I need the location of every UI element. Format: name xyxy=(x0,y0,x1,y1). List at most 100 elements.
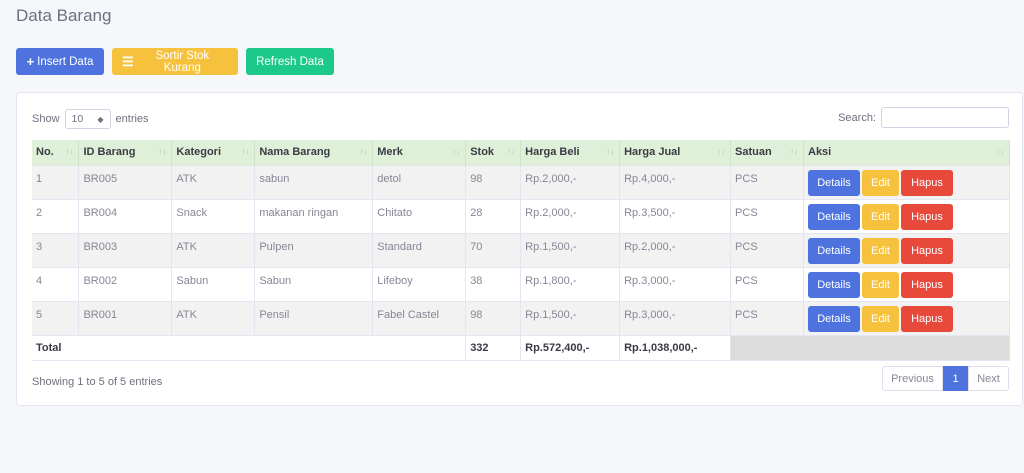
hapus-button[interactable]: Hapus xyxy=(901,271,953,298)
column-header[interactable]: Stok ↑↓ xyxy=(465,140,522,165)
previous-page-button[interactable]: Previous xyxy=(882,366,943,391)
page-1-button[interactable]: 1 xyxy=(943,366,968,391)
cell-merk: Lifeboy xyxy=(372,266,467,301)
cell-kategori: Sabun xyxy=(171,266,256,301)
cell-merk: Standard xyxy=(372,232,467,267)
cell-merk: detol xyxy=(372,164,467,199)
details-button[interactable]: Details xyxy=(808,237,860,264)
cell-id-barang: BR003 xyxy=(78,232,173,267)
sort-arrows-icon: ↑↓ xyxy=(507,147,516,156)
edit-button[interactable]: Edit xyxy=(862,237,899,264)
cell-harga-jual: Rp.3,500,- xyxy=(619,198,732,233)
cell-satuan: PCS xyxy=(730,198,804,233)
column-header[interactable]: Aksi ↑↓ xyxy=(803,140,1010,165)
cell-no: 3 xyxy=(32,232,80,267)
cell-stok: 98 xyxy=(465,300,522,335)
sort-arrows-icon: ↑↓ xyxy=(158,147,167,156)
totals-filler xyxy=(730,334,1010,361)
next-page-button[interactable]: Next xyxy=(968,366,1009,391)
hapus-button[interactable]: Hapus xyxy=(901,169,953,196)
cell-nama-barang: Pensil xyxy=(254,300,374,335)
edit-button[interactable]: Edit xyxy=(862,203,899,230)
cell-harga-jual: Rp.3,000,- xyxy=(619,300,732,335)
entries-length-control: Show 10 ◆ entries xyxy=(32,109,149,129)
cell-no: 5 xyxy=(32,300,80,335)
column-header[interactable]: Merk ↑↓ xyxy=(372,140,467,165)
cell-stok: 38 xyxy=(465,266,522,301)
details-button[interactable]: Details xyxy=(808,271,860,298)
edit-button[interactable]: Edit xyxy=(862,169,899,196)
cell-aksi: Details Edit Hapus xyxy=(803,266,1010,301)
cell-harga-beli: Rp.2,000,- xyxy=(520,164,621,199)
sort-low-stock-button[interactable]: ☰ Sortir Stok Kurang xyxy=(112,48,238,75)
barang-table: No. ↑↓ ID Barang ↑↓ Kategori ↑↓ Nama Barang… xyxy=(32,140,1010,361)
table-row: 1 BR005 ATK sabun detol 98 Rp.2,000,- Rp.4,000,… xyxy=(32,164,1010,199)
sort-low-stock-label: Sortir Stok Kurang xyxy=(155,49,210,74)
cell-satuan: PCS xyxy=(730,164,804,199)
edit-button[interactable]: Edit xyxy=(862,271,899,298)
cell-merk: Fabel Castel xyxy=(372,300,467,335)
sort-arrows-icon: ↑↓ xyxy=(606,147,615,156)
table-header-row: No. ↑↓ ID Barang ↑↓ Kategori ↑↓ Nama Barang… xyxy=(32,140,1010,165)
cell-aksi: Details Edit Hapus xyxy=(803,300,1010,335)
hapus-button[interactable]: Hapus xyxy=(901,237,953,264)
pagination: Previous 1 Next xyxy=(882,366,1009,391)
column-header[interactable]: Harga Beli ↑↓ xyxy=(520,140,621,165)
sort-arrows-icon: ↑↓ xyxy=(452,147,461,156)
refresh-data-button[interactable]: Refresh Data xyxy=(246,48,334,75)
cell-harga-beli: Rp.1,500,- xyxy=(520,300,621,335)
cell-id-barang: BR002 xyxy=(78,266,173,301)
cell-stok: 28 xyxy=(465,198,522,233)
edit-button[interactable]: Edit xyxy=(862,305,899,332)
insert-data-label: Insert Data xyxy=(37,55,94,68)
sort-arrows-icon: ↑↓ xyxy=(241,147,250,156)
cell-aksi: Details Edit Hapus xyxy=(803,198,1010,233)
hapus-button[interactable]: Hapus xyxy=(901,203,953,230)
column-header[interactable]: Kategori ↑↓ xyxy=(171,140,256,165)
toolbar: + Insert Data ☰ Sortir Stok Kurang Refre… xyxy=(16,48,334,75)
cell-stok: 70 xyxy=(465,232,522,267)
insert-data-button[interactable]: + Insert Data xyxy=(16,48,104,75)
column-header[interactable]: Harga Jual ↑↓ xyxy=(619,140,732,165)
column-header[interactable]: Satuan ↑↓ xyxy=(730,140,804,165)
cell-satuan: PCS xyxy=(730,266,804,301)
total-harga-jual: Rp.1,038,000,- xyxy=(619,334,732,361)
column-header[interactable]: ID Barang ↑↓ xyxy=(78,140,173,165)
cell-aksi: Details Edit Hapus xyxy=(803,164,1010,199)
cell-nama-barang: makanan ringan xyxy=(254,198,374,233)
cell-kategori: ATK xyxy=(171,232,256,267)
cell-merk: Chitato xyxy=(372,198,467,233)
cell-stok: 98 xyxy=(465,164,522,199)
cell-nama-barang: Pulpen xyxy=(254,232,374,267)
totals-row: Total 332 Rp.572,400,- Rp.1,038,000,- xyxy=(32,334,1010,361)
entries-select[interactable]: 10 ◆ xyxy=(64,109,111,129)
cell-harga-jual: Rp.3,000,- xyxy=(619,266,732,301)
totals-label: Total xyxy=(32,334,467,361)
cell-kategori: ATK xyxy=(171,300,256,335)
search-control: Search: xyxy=(838,107,1009,128)
list-icon: ☰ xyxy=(122,53,134,69)
column-header[interactable]: Nama Barang ↑↓ xyxy=(254,140,374,165)
table-row: 3 BR003 ATK Pulpen Standard 70 Rp.1,500,- Rp.2,… xyxy=(32,232,1010,267)
sort-arrows-icon: ↑↓ xyxy=(359,147,368,156)
column-header[interactable]: No. ↑↓ xyxy=(32,140,80,165)
cell-id-barang: BR004 xyxy=(78,198,173,233)
data-table-card: Show 10 ◆ entries Search: No. ↑↓ ID Baran… xyxy=(16,92,1023,406)
search-input[interactable] xyxy=(881,107,1009,128)
page-title: Data Barang xyxy=(16,6,112,25)
select-caret-icon: ◆ xyxy=(97,114,104,124)
details-button[interactable]: Details xyxy=(808,305,860,332)
cell-harga-beli: Rp.1,800,- xyxy=(520,266,621,301)
details-button[interactable]: Details xyxy=(808,203,860,230)
cell-no: 2 xyxy=(32,198,80,233)
cell-satuan: PCS xyxy=(730,300,804,335)
cell-kategori: Snack xyxy=(171,198,256,233)
entries-select-value: 10 xyxy=(71,113,84,125)
cell-harga-jual: Rp.4,000,- xyxy=(619,164,732,199)
hapus-button[interactable]: Hapus xyxy=(901,305,953,332)
table-info: Showing 1 to 5 of 5 entries xyxy=(32,376,163,388)
details-button[interactable]: Details xyxy=(808,169,860,196)
cell-aksi: Details Edit Hapus xyxy=(803,232,1010,267)
cell-nama-barang: Sabun xyxy=(254,266,374,301)
plus-icon: + xyxy=(26,54,35,69)
